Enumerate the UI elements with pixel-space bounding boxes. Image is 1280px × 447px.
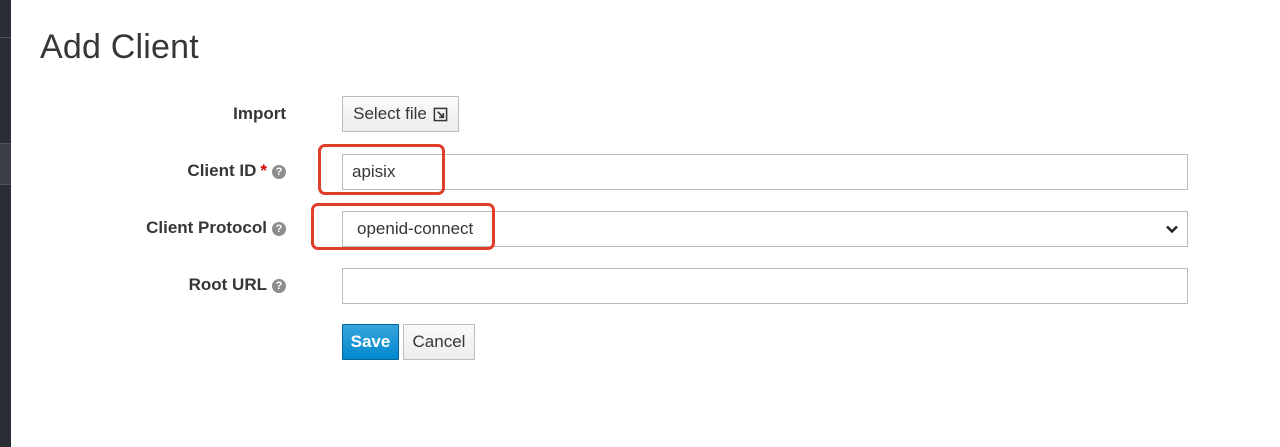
save-button[interactable]: Save: [342, 324, 399, 360]
page-title: Add Client: [40, 28, 199, 66]
client-id-label-text: Client ID: [187, 161, 257, 180]
required-marker: *: [260, 161, 267, 180]
select-file-label: Select file: [353, 104, 427, 123]
help-icon[interactable]: ?: [272, 222, 286, 236]
nav-item-active[interactable]: [0, 143, 11, 185]
client-id-value: apisix: [352, 162, 396, 181]
client-protocol-label-text: Client Protocol: [146, 218, 267, 237]
chevron-down-icon: [1166, 225, 1178, 234]
left-navigation-rail: [0, 0, 11, 447]
root-url-label: Root URL?: [189, 275, 286, 295]
select-file-button[interactable]: Select file: [342, 96, 459, 132]
client-protocol-select[interactable]: openid-connect: [342, 211, 1188, 247]
help-icon[interactable]: ?: [272, 279, 286, 293]
help-icon[interactable]: ?: [272, 165, 286, 179]
client-protocol-label: Client Protocol?: [146, 218, 286, 238]
import-file-icon: [433, 107, 448, 121]
client-id-input[interactable]: apisix: [342, 154, 1188, 190]
root-url-label-text: Root URL: [188, 275, 267, 294]
client-protocol-value: openid-connect: [357, 219, 474, 238]
import-label-text: Import: [233, 104, 286, 123]
root-url-input[interactable]: [342, 268, 1188, 304]
import-label: Import: [233, 104, 286, 124]
cancel-button[interactable]: Cancel: [403, 324, 475, 360]
save-label: Save: [350, 332, 391, 351]
cancel-label: Cancel: [412, 332, 466, 351]
nav-divider: [0, 37, 11, 38]
client-id-label: Client ID *?: [187, 161, 286, 181]
